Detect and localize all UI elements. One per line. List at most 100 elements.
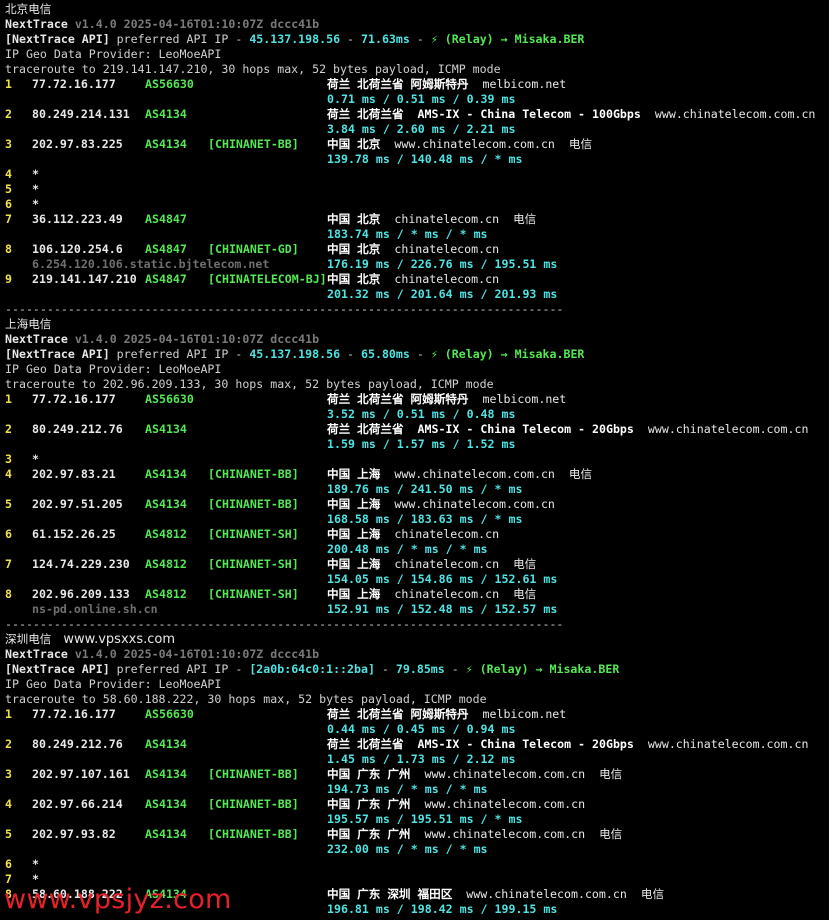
hop-ip: 202.97.107.161 <box>32 767 130 781</box>
hop-rtt: 232.00 ms / * ms / * ms <box>327 842 488 856</box>
line-content: traceroute to 202.96.209.133, 30 hops ma… <box>5 377 494 392</box>
hop-geo-group: 中国 北京 chinatelecom.cn 电信 <box>327 212 536 227</box>
hop-geo-group: 荷兰 北荷兰省 AMS-IX - China Telecom - 20Gbps w… <box>327 422 808 437</box>
hop-ip: 106.120.254.6 <box>32 242 123 256</box>
hop-rtt: 139.78 ms / 140.48 ms / * ms <box>327 152 523 166</box>
hop-asn: AS4847 <box>145 212 187 226</box>
hop-row: 5 202.97.51.205 AS4134 [CHINANET-BB] 中国 上海 ww… <box>5 497 829 512</box>
hop-row: 3 202.97.83.225 AS4134 [CHINANET-BB] 中国 北京 ww… <box>5 137 829 152</box>
api-line: [NextTrace API] preferred API IP - [2a0b… <box>5 662 829 677</box>
hop-tag: [CHINANET-SH] <box>208 587 299 601</box>
traceroute-text: traceroute to 219.141.147.210, 30 hops m… <box>5 62 501 76</box>
hop-number: 8 <box>5 587 12 601</box>
hop-rtt: 183.74 ms / * ms / * ms <box>327 227 488 241</box>
hop-row: 6 * <box>5 857 829 872</box>
hop-rtt-row: 189.76 ms / 241.50 ms / * ms <box>5 482 829 497</box>
hop-number: 6 <box>5 857 12 871</box>
hop-isp: 电信 <box>513 587 537 601</box>
hop-tag: [CHINANET-SH] <box>208 557 299 571</box>
hop-geo-group: 中国 北京 chinatelecom.cn <box>327 272 499 287</box>
hop-row: 6 61.152.26.25 AS4812 [CHINANET-SH] 中国 上海 chi… <box>5 527 829 542</box>
hop-geo: 中国 上海 <box>327 467 381 481</box>
hop-asn: AS56630 <box>145 392 194 406</box>
hop-tag: [CHINANET-BB] <box>208 767 299 781</box>
hop-ip: 219.141.147.210 <box>32 272 137 286</box>
hop-geo-group: 中国 广东 广州 www.chinatelecom.com.cn <box>327 797 585 812</box>
hop-geo-group: 荷兰 北荷兰省 阿姆斯特丹 melbicom.net <box>327 707 566 722</box>
hop-asn: AS4134 <box>145 107 187 121</box>
provider-text: IP Geo Data Provider: LeoMoeAPI <box>5 47 222 61</box>
hop-geo: 中国 上海 <box>327 527 381 541</box>
hop-rtt: 3.52 ms / 0.51 ms / 0.48 ms <box>327 407 516 421</box>
hop-domain: chinatelecom.cn <box>394 587 500 601</box>
hop-number: 3 <box>5 137 12 151</box>
hop-tag: [CHINANET-GD] <box>208 242 299 256</box>
hop-row: 6 * <box>5 197 829 212</box>
traceroute-text: traceroute to 202.96.209.133, 30 hops ma… <box>5 377 494 391</box>
hop-row: 5 202.97.93.82 AS4134 [CHINANET-BB] 中国 广东 广州… <box>5 827 829 842</box>
region-label: 北京电信 <box>5 2 52 16</box>
hop-ip: 202.97.83.21 <box>32 467 116 481</box>
hop-ip: * <box>32 452 39 466</box>
hop-ip: * <box>32 182 39 196</box>
separator: ----------------------------------------… <box>5 617 564 631</box>
hop-rtt: 194.73 ms / * ms / * ms <box>327 782 488 796</box>
hop-tag: [CHINANET-BB] <box>208 827 299 841</box>
hop-domain: www.chinatelecom.com.cn <box>394 137 555 151</box>
hop-geo: 中国 上海 <box>327 557 381 571</box>
hop-ip: * <box>32 197 39 211</box>
hop-row: 2 80.249.214.131 AS4134 荷兰 北荷兰省 AMS-IX - Ch… <box>5 107 829 122</box>
hop-row: 7 124.74.229.230 AS4812 [CHINANET-SH] 中国 上海 c… <box>5 557 829 572</box>
hop-domain: melbicom.net <box>482 392 567 406</box>
hop-ip: * <box>32 857 39 871</box>
api-line: [NextTrace API] preferred API IP - 45.13… <box>5 32 829 47</box>
hop-geo: 中国 上海 <box>327 587 381 601</box>
hop-rtt: 154.05 ms / 154.86 ms / 152.61 ms <box>327 572 558 586</box>
hop-geo-group: 荷兰 北荷兰省 AMS-IX - China Telecom - 20Gbps w… <box>327 737 808 752</box>
hop-asn: AS4134 <box>145 467 187 481</box>
traceroute-text: traceroute to 58.60.188.222, 30 hops max… <box>5 692 487 706</box>
hop-asn: AS4847 <box>145 272 187 286</box>
hop-geo: 中国 广东 深圳 福田区 <box>327 887 453 901</box>
hop-isp: 电信 <box>599 827 623 841</box>
hop-geo-group: 中国 上海 chinatelecom.cn 电信 <box>327 587 536 602</box>
hop-geo: 中国 北京 <box>327 137 381 151</box>
hop-domain: chinatelecom.cn <box>394 527 500 541</box>
hop-tag: [CHINANET-BB] <box>208 797 299 811</box>
hop-rtt-row: 139.78 ms / 140.48 ms / * ms <box>5 152 829 167</box>
api-latency: 65.80ms <box>361 347 410 361</box>
hop-number: 7 <box>5 557 12 571</box>
hop-asn: AS4812 <box>145 587 187 601</box>
api-ip: 45.137.198.56 <box>249 32 341 46</box>
line-content: NextTrace v1.4.0 2025-04-16T01:10:07Z dc… <box>5 647 319 662</box>
hop-ip: 80.249.214.131 <box>32 107 130 121</box>
separator: ----------------------------------------… <box>5 302 564 316</box>
sep: - <box>444 662 466 676</box>
api-tag: [NextTrace API] <box>5 662 110 676</box>
line-content: IP Geo Data Provider: LeoMoeAPI <box>5 362 221 377</box>
hop-rtt-row: 3.52 ms / 0.51 ms / 0.48 ms <box>5 407 829 422</box>
hop-domain: www.chinatelecom.com.cn <box>424 767 586 781</box>
hop-row: 7 36.112.223.49 AS4847 中国 北京 chinatelecom.cn… <box>5 212 829 227</box>
hop-rtt: 0.44 ms / 0.45 ms / 0.94 ms <box>327 722 516 736</box>
hop-rtt: 1.45 ms / 1.73 ms / 2.12 ms <box>327 752 516 766</box>
hop-number: 2 <box>5 737 12 751</box>
hop-geo: 中国 北京 <box>327 212 381 226</box>
hop-ip: 36.112.223.49 <box>32 212 123 226</box>
hop-geo: 中国 广东 广州 <box>327 797 411 811</box>
hop-asn: AS4134 <box>145 422 187 436</box>
api-latency: 79.85ms <box>395 662 445 676</box>
hop-geo: 中国 广东 广州 <box>327 767 411 781</box>
hop-asn: AS4134 <box>145 497 187 511</box>
hop-rtt-row: 0.44 ms / 0.45 ms / 0.94 ms <box>5 722 829 737</box>
provider-line: IP Geo Data Provider: LeoMoeAPI <box>5 362 829 377</box>
hop-geo: 荷兰 北荷兰省 阿姆斯特丹 <box>327 77 469 91</box>
hop-ip: 80.249.212.76 <box>32 422 123 436</box>
version-text: v1.4.0 2025-04-16T01:10:07Z dccc41b <box>74 17 320 31</box>
hop-number: 5 <box>5 497 12 511</box>
hop-number: 1 <box>5 392 12 406</box>
hop-rtt-row: 3.84 ms / 2.60 ms / 2.21 ms <box>5 122 829 137</box>
line-content: IP Geo Data Provider: LeoMoeAPI <box>5 47 221 62</box>
hop-row: 3 * <box>5 452 829 467</box>
hop-ip: 202.97.66.214 <box>32 797 123 811</box>
